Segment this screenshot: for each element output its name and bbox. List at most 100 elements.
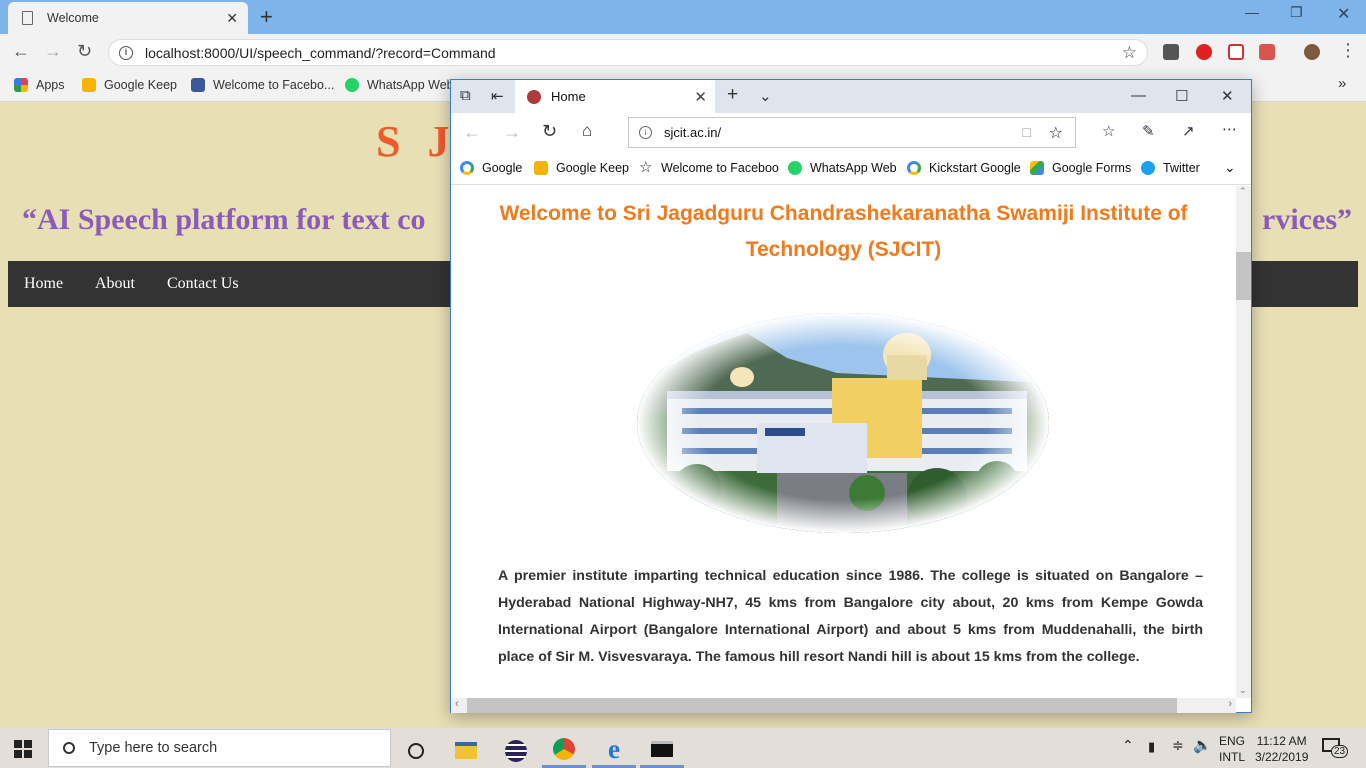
favorites-hub-icon[interactable]: ☆ — [1102, 122, 1115, 140]
scroll-left-icon[interactable]: ‹ — [455, 698, 459, 710]
chrome-address-bar[interactable]: i localhost:8000/UI/speech_command/?reco… — [108, 39, 1148, 66]
favorite-google-keep[interactable]: Google Keep — [534, 161, 629, 175]
extension-keep-icon[interactable] — [1163, 44, 1179, 60]
favorite-whatsapp[interactable]: WhatsApp Web — [788, 161, 897, 175]
scroll-up-icon[interactable]: ⌃ — [1239, 186, 1247, 197]
edge-favorites-bar: Google Google Keep ☆ Welcome to Faceboo … — [451, 153, 1251, 185]
edge-tab-home[interactable]: Home ✕ — [515, 80, 715, 113]
windows-start-button[interactable] — [14, 740, 32, 758]
google-drive-icon — [1030, 161, 1044, 175]
more-dots-icon[interactable]: ⋯ — [1222, 120, 1237, 138]
home-icon[interactable]: ⌂ — [582, 121, 592, 141]
facebook-icon — [191, 78, 205, 92]
cortana-button[interactable] — [394, 733, 438, 768]
horizontal-scrollbar[interactable]: ‹ › — [451, 698, 1236, 713]
favorite-kickstart-google[interactable]: Kickstart Google — [907, 161, 1021, 175]
nav-about[interactable]: About — [95, 275, 135, 293]
edge-address-bar[interactable]: i sjcit.ac.in/ □ ☆ — [628, 117, 1076, 148]
pen-notes-icon[interactable]: ✎ — [1142, 122, 1155, 140]
extension-pocket-icon[interactable] — [1228, 44, 1244, 60]
campus-photo — [637, 313, 1049, 533]
sjcit-intro-paragraph: A premier institute imparting technical … — [498, 568, 1203, 665]
menu-dots-icon[interactable]: ⋮ — [1339, 40, 1357, 61]
wifi-icon[interactable]: ≑ — [1172, 737, 1184, 754]
back-arrow-icon[interactable]: ← — [12, 41, 30, 62]
reading-view-icon[interactable]: □ — [1023, 124, 1031, 140]
bookmark-facebook[interactable]: Welcome to Facebo... — [191, 78, 334, 92]
tab-preview-icon[interactable]: ⧉ — [460, 87, 471, 104]
chrome-tab-bar: Welcome ✕ + — ❐ ✕ — [0, 0, 1366, 34]
favorite-label: Twitter — [1163, 161, 1200, 175]
new-tab-button[interactable]: + — [260, 4, 273, 30]
favorite-google-forms[interactable]: Google Forms — [1030, 161, 1131, 175]
profile-avatar[interactable] — [1304, 44, 1320, 60]
bookmark-google-keep[interactable]: Google Keep — [82, 78, 177, 92]
set-aside-tabs-icon[interactable]: ⇤ — [491, 87, 504, 105]
clock[interactable]: 11:12 AM 3/22/2019 — [1255, 733, 1308, 765]
favorite-google[interactable]: Google — [460, 161, 522, 175]
nav-contact-us[interactable]: Contact Us — [167, 275, 239, 293]
minimize-button[interactable]: — — [1245, 4, 1259, 20]
command-prompt-icon — [651, 741, 673, 757]
taskbar-command-prompt[interactable] — [640, 733, 684, 768]
twitter-icon — [1141, 161, 1155, 175]
language-code: ENG — [1219, 734, 1246, 748]
scroll-down-icon[interactable]: ⌄ — [1239, 685, 1247, 696]
close-tab-icon[interactable]: ✕ — [694, 88, 707, 106]
bookmark-label: Google Keep — [104, 78, 177, 92]
taskbar-search-box[interactable]: Type here to search — [48, 729, 391, 767]
back-arrow-icon[interactable]: ← — [463, 122, 481, 143]
edge-icon: e — [608, 734, 620, 764]
chrome-tab-welcome[interactable]: Welcome ✕ — [8, 2, 248, 34]
google-icon — [460, 161, 474, 175]
favorite-twitter[interactable]: Twitter — [1141, 161, 1200, 175]
vertical-scroll-thumb[interactable] — [1236, 252, 1251, 300]
bookmark-star-icon[interactable]: ☆ — [1122, 43, 1137, 63]
close-window-button[interactable]: ✕ — [1221, 87, 1234, 105]
chrome-tab-title: Welcome — [47, 11, 99, 25]
language-indicator[interactable]: ENG INTL — [1219, 733, 1245, 765]
minimize-button[interactable]: — — [1131, 87, 1146, 104]
share-icon[interactable]: ↗ — [1182, 122, 1195, 140]
cortana-circle-icon — [408, 742, 424, 759]
favorite-star-icon[interactable]: ☆ — [1049, 123, 1063, 143]
bookmark-whatsapp[interactable]: WhatsApp Web — [345, 78, 454, 92]
close-tab-icon[interactable]: ✕ — [226, 10, 238, 27]
keyboard-layout: INTL — [1219, 750, 1246, 764]
taskbar-eclipse[interactable] — [494, 733, 538, 768]
volume-icon[interactable]: 🔈 — [1193, 736, 1212, 754]
close-window-button[interactable]: ✕ — [1337, 4, 1350, 24]
extension-pdf-icon[interactable] — [1259, 44, 1275, 60]
favorites-overflow-button[interactable]: ⌄ — [1224, 159, 1236, 176]
favorite-label: Kickstart Google — [929, 161, 1021, 175]
nav-home[interactable]: Home — [24, 275, 63, 293]
bookmarks-overflow-button[interactable]: » — [1338, 75, 1346, 92]
horizontal-scroll-thumb[interactable] — [467, 698, 1177, 713]
clock-date: 3/22/2019 — [1255, 750, 1309, 764]
taskbar-edge[interactable]: e — [592, 733, 636, 768]
bookmark-apps[interactable]: Apps — [14, 78, 65, 92]
chevron-down-icon[interactable]: ⌄ — [759, 87, 772, 105]
refresh-icon[interactable]: ↻ — [542, 121, 557, 142]
info-icon[interactable]: i — [639, 126, 652, 139]
info-icon[interactable]: i — [119, 45, 133, 60]
maximize-button[interactable]: ☐ — [1175, 87, 1188, 105]
vertical-scrollbar[interactable]: ⌃ ⌄ — [1236, 186, 1251, 698]
forward-arrow-icon[interactable]: → — [503, 122, 521, 143]
tagline-right: rvices” — [1262, 203, 1352, 236]
battery-icon[interactable]: ▮ — [1148, 739, 1155, 755]
edge-window: ⧉ ⇤ Home ✕ + ⌄ — ☐ ✕ ← → ↻ ⌂ i sjcit.ac.… — [450, 79, 1252, 713]
restore-button[interactable]: ❐ — [1290, 4, 1303, 21]
new-tab-button[interactable]: + — [727, 84, 738, 106]
taskbar-chrome[interactable] — [542, 733, 586, 768]
tray-chevron-icon[interactable]: ⌃ — [1122, 737, 1134, 754]
chrome-icon — [553, 738, 575, 760]
forward-arrow-icon[interactable]: → — [44, 41, 62, 62]
taskbar-file-explorer[interactable] — [444, 733, 488, 768]
notification-center-button[interactable]: 23 — [1322, 738, 1349, 758]
favorite-facebook[interactable]: ☆ Welcome to Faceboo — [639, 160, 779, 175]
reload-icon[interactable]: ↻ — [77, 41, 92, 62]
scroll-right-icon[interactable]: › — [1228, 698, 1232, 710]
apps-grid-icon — [14, 78, 28, 92]
extension-adblock-icon[interactable] — [1196, 44, 1212, 60]
